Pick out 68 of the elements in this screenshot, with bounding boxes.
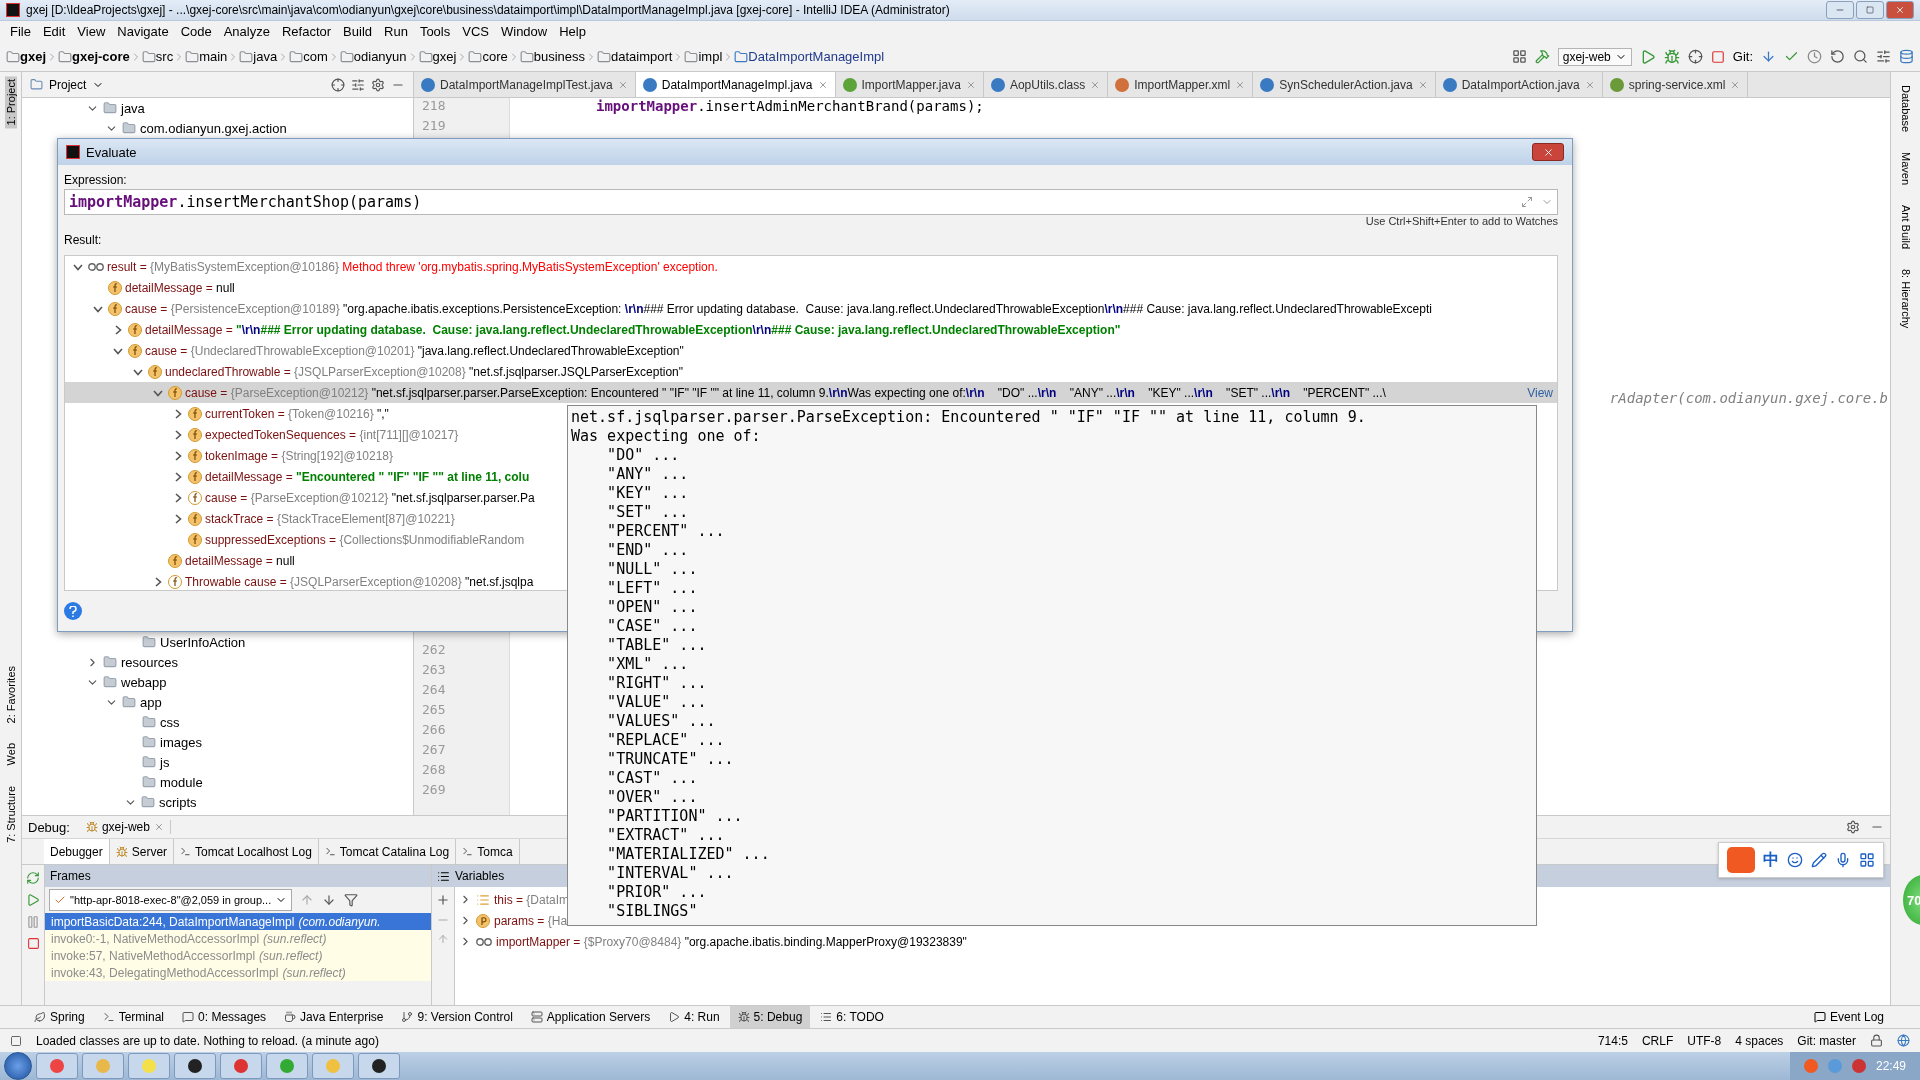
clock: 22:49 [1875, 1059, 1906, 1073]
popup-line: "TRUNCATE" ... [606, 750, 735, 769]
popup-line: "SIBLINGS" [606, 902, 699, 921]
popup-line: "DO" ... [606, 446, 681, 465]
popup-line: "ANY" ... [606, 465, 690, 484]
popup-line: "LEFT" ... [606, 579, 699, 598]
line-number: 266 [421, 722, 447, 740]
variable-text: result = {MyBatisSystemException@10186} Method threw 'org.mybatis.spring.MyBatisSystemException' exception. [107, 259, 718, 274]
variable-text: cause = {ParseException@10212} "net.sf.jsqlparser.parser.ParseException: Encountered " "IF" "IF "" at line 11, column 9.\r\nWas expecting one of:\r\n "DO" ...\r\n "ANY" ...\r\n "KEY" ...\r\n "SET" ...\r\n "PERCENT" ...\ [185, 385, 1386, 400]
popup-line: "VALUES" ... [606, 712, 717, 731]
line-number: 265 [421, 702, 447, 720]
variable-text: tokenImage = {String[192]@10218} [205, 448, 394, 463]
popup-line: "PRIOR" ... [606, 883, 708, 902]
variable-text: cause = {ParseException@10212} "net.sf.jsqlparser.parser.Pa [205, 490, 535, 505]
popup-line: "OVER" ... [606, 788, 699, 807]
variable-text: expectedTokenSequences = {int[711][]@10217} [205, 427, 460, 442]
panel-title: Frames [50, 869, 91, 884]
variable-text: undeclaredThrowable = {JSQLParserException@10208} "net.sf.jsqlparser.JSQLParserException" [165, 364, 683, 379]
line-number: 218 [421, 98, 447, 116]
window-title: gxej [D:\IdeaProjects\gxej] - ...\gxej-core\src\main\java\com\odianyun\gxej\core\business\dataimport\impl\DataImportManageImpl.java [gxej-core] - IntelliJ IDEA (Administrator) [26, 2, 950, 17]
popup-line: "PARTITION" ... [606, 807, 744, 826]
popup-line: "END" ... [606, 541, 690, 560]
popup-line: "XML" ... [606, 655, 690, 674]
line-number: 262 [421, 642, 447, 660]
popup-line: "CAST" ... [606, 769, 699, 788]
popup-line: "SET" ... [606, 503, 690, 522]
hint-text: Use Ctrl+Shift+Enter to add to Watches [1365, 215, 1558, 229]
variable-text: stackTrace = {StackTraceElement[87]@10221} [205, 511, 456, 526]
popup-line: "REPLACE" ... [606, 731, 726, 750]
line-number: 219 [421, 118, 447, 136]
panel-title: Debug: [28, 819, 70, 835]
popup-line: "PERCENT" ... [606, 522, 726, 541]
code-line: rAdapter(com.odianyun.gxej.core.b [1609, 390, 1889, 407]
popup-line: "OPEN" ... [606, 598, 699, 617]
line-number: 264 [421, 682, 447, 700]
popup-line: "INTERVAL" ... [606, 864, 735, 883]
popup-line: "VALUE" ... [606, 693, 708, 712]
field-label: Result: [64, 232, 103, 249]
line-number: 267 [421, 742, 447, 760]
field-label: Expression: [64, 172, 128, 189]
popup-line: "CASE" ... [606, 617, 699, 636]
variable-text: detailMessage = null [125, 280, 235, 295]
variable-text: detailMessage = "Encountered " "IF" "IF "" at line 11, colu [205, 469, 530, 484]
popup-line: "KEY" ... [606, 484, 690, 503]
popup-line: "TABLE" ... [606, 636, 708, 655]
code-line: importMapper.insertAdminMerchantBrand(params); [596, 98, 985, 117]
panel-title: Variables [455, 869, 505, 884]
popup-line: net.sf.jsqlparser.parser.ParseException: Encountered " "IF" "IF "" at line 11, column 9. [571, 408, 1367, 427]
variable-text: cause = {UndeclaredThrowableException@10201} "java.lang.reflect.UndeclaredThrowableException" [145, 343, 684, 358]
line-number: 269 [421, 782, 447, 800]
dialog-title: Evaluate [86, 144, 137, 160]
variable-text: currentToken = {Token@10216} "," [205, 406, 389, 421]
variable-text: detailMessage = "\r\n### Error updating database. Cause: java.lang.reflect.UndeclaredThrowableException\r\n### Cause: java.lang.reflect.UndeclaredThrowableException" [145, 322, 1121, 337]
variable-text: detailMessage = null [185, 553, 295, 568]
popup-line: "RIGHT" ... [606, 674, 708, 693]
line-number: 268 [421, 762, 447, 780]
variable-text: importMapper = {$Proxy70@8484} "org.apache.ibatis.binding.MapperProxy@19323839" [496, 934, 967, 949]
variable-text: Throwable cause = {JSQLParserException@10208} "net.sf.jsqlpa [185, 574, 534, 589]
variable-text: cause = {PersistenceException@10189} "org.apache.ibatis.exceptions.PersistenceException: \r\n### Error updating database. Cause: java.lang.reflect.UndeclaredThrowableException\r\n### Cause: java.lang.reflect.UndeclaredThrowableExcepti [125, 301, 1432, 316]
popup-line: "MATERIALIZED" ... [606, 845, 771, 864]
line-number: 263 [421, 662, 447, 680]
variable-text: params = {Ha [494, 913, 568, 928]
git-label: Git: [1732, 49, 1753, 65]
variable-text: suppressedExceptions = {Collections$UnmodifiableRandom [205, 532, 526, 547]
status-message: Loaded classes are up to date. Nothing to reload. (a minute ago) [36, 1033, 379, 1048]
popup-line: "NULL" ... [606, 560, 699, 579]
popup-line: Was expecting one of: [571, 427, 762, 446]
popup-line: "EXTRACT" ... [606, 826, 726, 845]
